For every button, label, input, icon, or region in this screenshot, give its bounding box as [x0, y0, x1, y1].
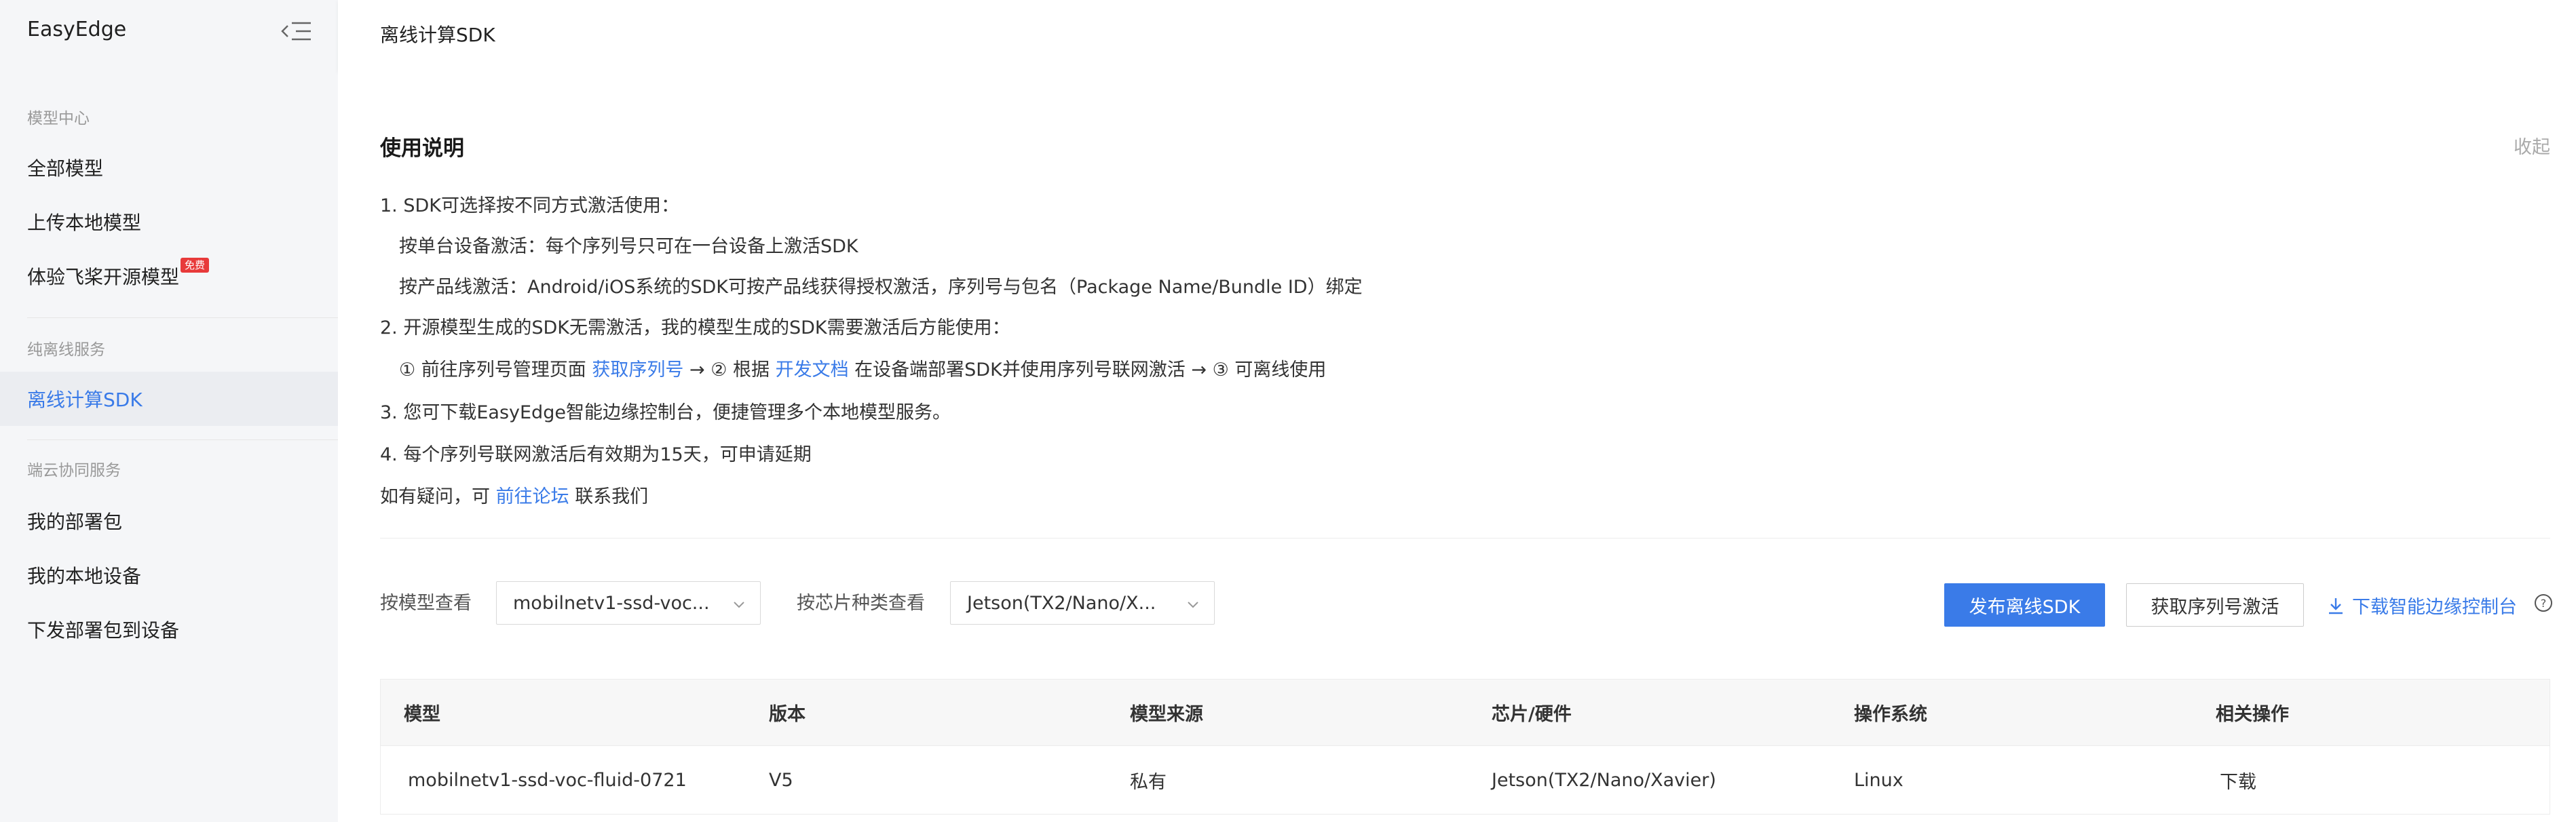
sidebar-item-label: 我的本地设备 [27, 565, 142, 587]
dev-docs-link[interactable]: 开发文档 [776, 359, 849, 380]
sidebar-divider [27, 439, 338, 440]
sidebar-item-label: 离线计算SDK [27, 389, 143, 411]
section-title-model-center: 模型中心 [27, 110, 90, 128]
cell-version: V5 [769, 769, 793, 791]
cell-os: Linux [1854, 769, 1903, 791]
sidebar-item-upload-local-model[interactable]: 上传本地模型 [0, 195, 338, 249]
col-header-source: 模型来源 [1130, 704, 1203, 725]
chip-select-value: Jetson(TX2/Nano/X... [967, 592, 1156, 614]
get-serial-link[interactable]: 获取序列号 [592, 359, 683, 380]
instruction-line-2: 2. 开源模型生成的SDK无需激活，我的模型生成的SDK需要激活后方能使用： [380, 317, 1010, 338]
collapse-instructions-link[interactable]: 收起 [2514, 132, 2550, 159]
download-console-label: 下载智能边缘控制台 [2352, 597, 2517, 618]
instruction-text: 联系我们 [575, 486, 649, 507]
filter-chip-label: 按芯片种类查看 [797, 593, 925, 614]
model-select[interactable]: mobilnetv1-ssd-voc... [496, 581, 761, 625]
download-link[interactable]: 下载 [2220, 767, 2256, 794]
sidebar: EasyEdge 模型中心 全部模型 上传本地模型 体验飞桨开源模型 免费 纯离线… [0, 0, 338, 822]
col-header-os: 操作系统 [1854, 704, 1927, 725]
cell-chip: Jetson(TX2/Nano/Xavier) [1492, 769, 1716, 791]
col-header-version: 版本 [769, 704, 806, 725]
instruction-text: → ② 根据 [689, 359, 770, 380]
col-header-chip: 芯片/硬件 [1492, 704, 1572, 725]
sidebar-item-label: 上传本地模型 [27, 212, 142, 234]
get-serial-activate-button[interactable]: 获取序列号激活 [2126, 583, 2304, 627]
brand-logo-text: EasyEdge [27, 18, 127, 41]
table-row: mobilnetv1-ssd-voc-fluid-0721 V5 私有 Jets… [381, 746, 2550, 814]
sidebar-item-label: 体验飞桨开源模型 [27, 266, 180, 288]
instruction-line-1b: 按产品线激活：Android/iOS系统的SDK可按产品线获得授权激活，序列号与… [399, 277, 1363, 298]
instruction-line-4: 4. 每个序列号联网激活后有效期为15天，可申请延期 [380, 444, 812, 465]
sidebar-item-label: 全部模型 [27, 157, 104, 180]
page-title: 离线计算SDK [380, 24, 495, 46]
filter-model-label: 按模型查看 [380, 593, 472, 614]
instruction-line-5: 如有疑问，可 前往论坛 联系我们 [380, 482, 648, 508]
sidebar-item-all-models[interactable]: 全部模型 [0, 140, 338, 195]
sidebar-item-deploy-to-device[interactable]: 下发部署包到设备 [0, 602, 338, 657]
chevron-down-icon [734, 602, 744, 608]
sidebar-item-paddle-open-models[interactable]: 体验飞桨开源模型 免费 [0, 249, 338, 303]
sdk-table: 模型 版本 模型来源 芯片/硬件 操作系统 相关操作 mobilnetv1-ss… [380, 679, 2550, 815]
chip-select[interactable]: Jetson(TX2/Nano/X... [950, 581, 1215, 625]
col-header-model: 模型 [404, 704, 440, 725]
sidebar-item-label: 我的部署包 [27, 511, 123, 533]
instruction-line-3: 3. 您可下载EasyEdge智能边缘控制台，便捷管理多个本地模型服务。 [380, 402, 951, 423]
sidebar-divider [27, 317, 338, 318]
section-title-offline-service: 纯离线服务 [27, 341, 105, 359]
publish-offline-sdk-button[interactable]: 发布离线SDK [1944, 583, 2105, 627]
sidebar-item-offline-sdk[interactable]: 离线计算SDK [0, 372, 338, 426]
forum-link[interactable]: 前往论坛 [496, 486, 569, 507]
chevron-down-icon [1188, 602, 1198, 608]
main-content: 使用说明 收起 1. SDK可选择按不同方式激活使用： 按单台设备激活：每个序列… [338, 71, 2576, 822]
table-header-row: 模型 版本 模型来源 芯片/硬件 操作系统 相关操作 [381, 680, 2550, 746]
sidebar-item-my-local-devices[interactable]: 我的本地设备 [0, 548, 338, 602]
instruction-line-2a: ① 前往序列号管理页面 获取序列号 → ② 根据 开发文档 在设备端部署SDK并… [399, 355, 1326, 381]
instruction-line-1: 1. SDK可选择按不同方式激活使用： [380, 195, 679, 216]
model-select-value: mobilnetv1-ssd-voc... [513, 592, 710, 614]
sidebar-item-label: 下发部署包到设备 [27, 619, 180, 642]
download-console-link[interactable]: 下载智能边缘控制台 [2326, 592, 2517, 619]
instructions-title: 使用说明 [380, 136, 464, 161]
top-header: 离线计算SDK [338, 0, 2576, 71]
section-title-edge-cloud: 端云协同服务 [27, 462, 121, 480]
free-badge: 免费 [181, 258, 210, 273]
model-name-link[interactable]: mobilnetv1-ssd-voc-fluid-0721 [408, 770, 687, 791]
help-icon[interactable]: ? [2534, 593, 2553, 612]
instruction-text: ① 前往序列号管理页面 [399, 359, 586, 380]
col-header-actions: 相关操作 [2216, 704, 2289, 725]
instruction-line-1a: 按单台设备激活：每个序列号只可在一台设备上激活SDK [399, 236, 858, 257]
svg-text:?: ? [2541, 597, 2547, 610]
sidebar-item-my-packages[interactable]: 我的部署包 [0, 494, 338, 548]
instruction-text: 在设备端部署SDK并使用序列号联网激活 → ③ 可离线使用 [854, 359, 1327, 380]
download-icon [2329, 598, 2343, 614]
instruction-text: 如有疑问，可 [380, 486, 490, 507]
collapse-sidebar-icon[interactable] [278, 18, 314, 45]
section-divider [380, 538, 2550, 539]
cell-source: 私有 [1130, 771, 1167, 793]
